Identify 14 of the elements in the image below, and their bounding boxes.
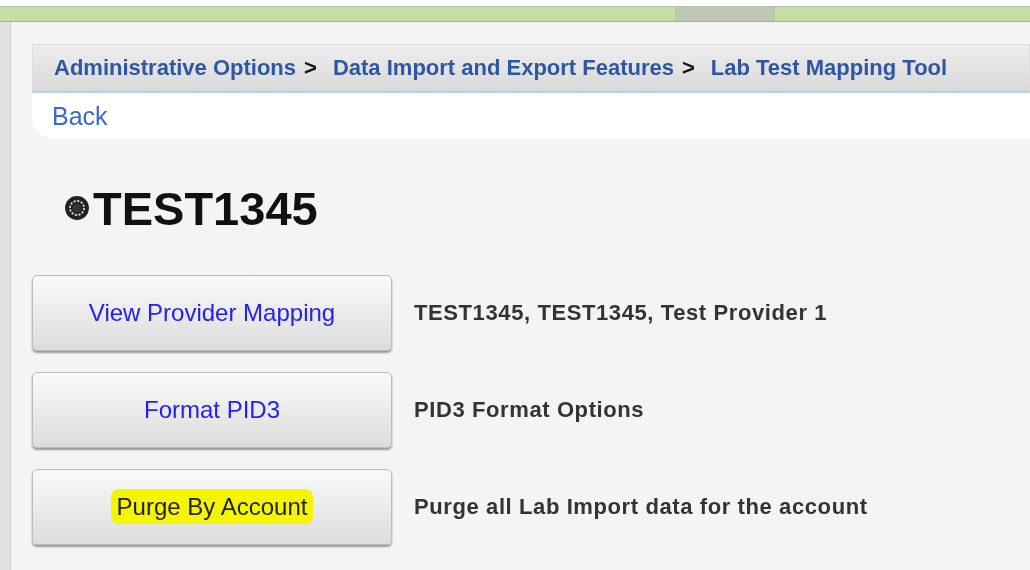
action-description: Purge all Lab Import data for the account [414,494,868,520]
action-button[interactable]: View Provider Mapping [32,275,392,351]
action-description: PID3 Format Options [414,397,645,423]
action-button[interactable]: Format PID3 [32,372,392,448]
action-button[interactable]: Purge By Account [32,469,392,545]
page-title: TEST1345 [93,180,318,236]
gear-icon [64,195,90,221]
breadcrumb-link[interactable]: Data Import and Export Features [332,55,674,81]
breadcrumb-separator: > [682,55,695,81]
breadcrumb-link[interactable]: Lab Test Mapping Tool [710,55,948,81]
breadcrumb-link[interactable]: Administrative Options [54,55,297,81]
back-link[interactable]: Back [52,101,108,131]
breadcrumb-separator: > [304,55,317,81]
action-description: TEST1345, TEST1345, Test Provider 1 [414,300,828,326]
